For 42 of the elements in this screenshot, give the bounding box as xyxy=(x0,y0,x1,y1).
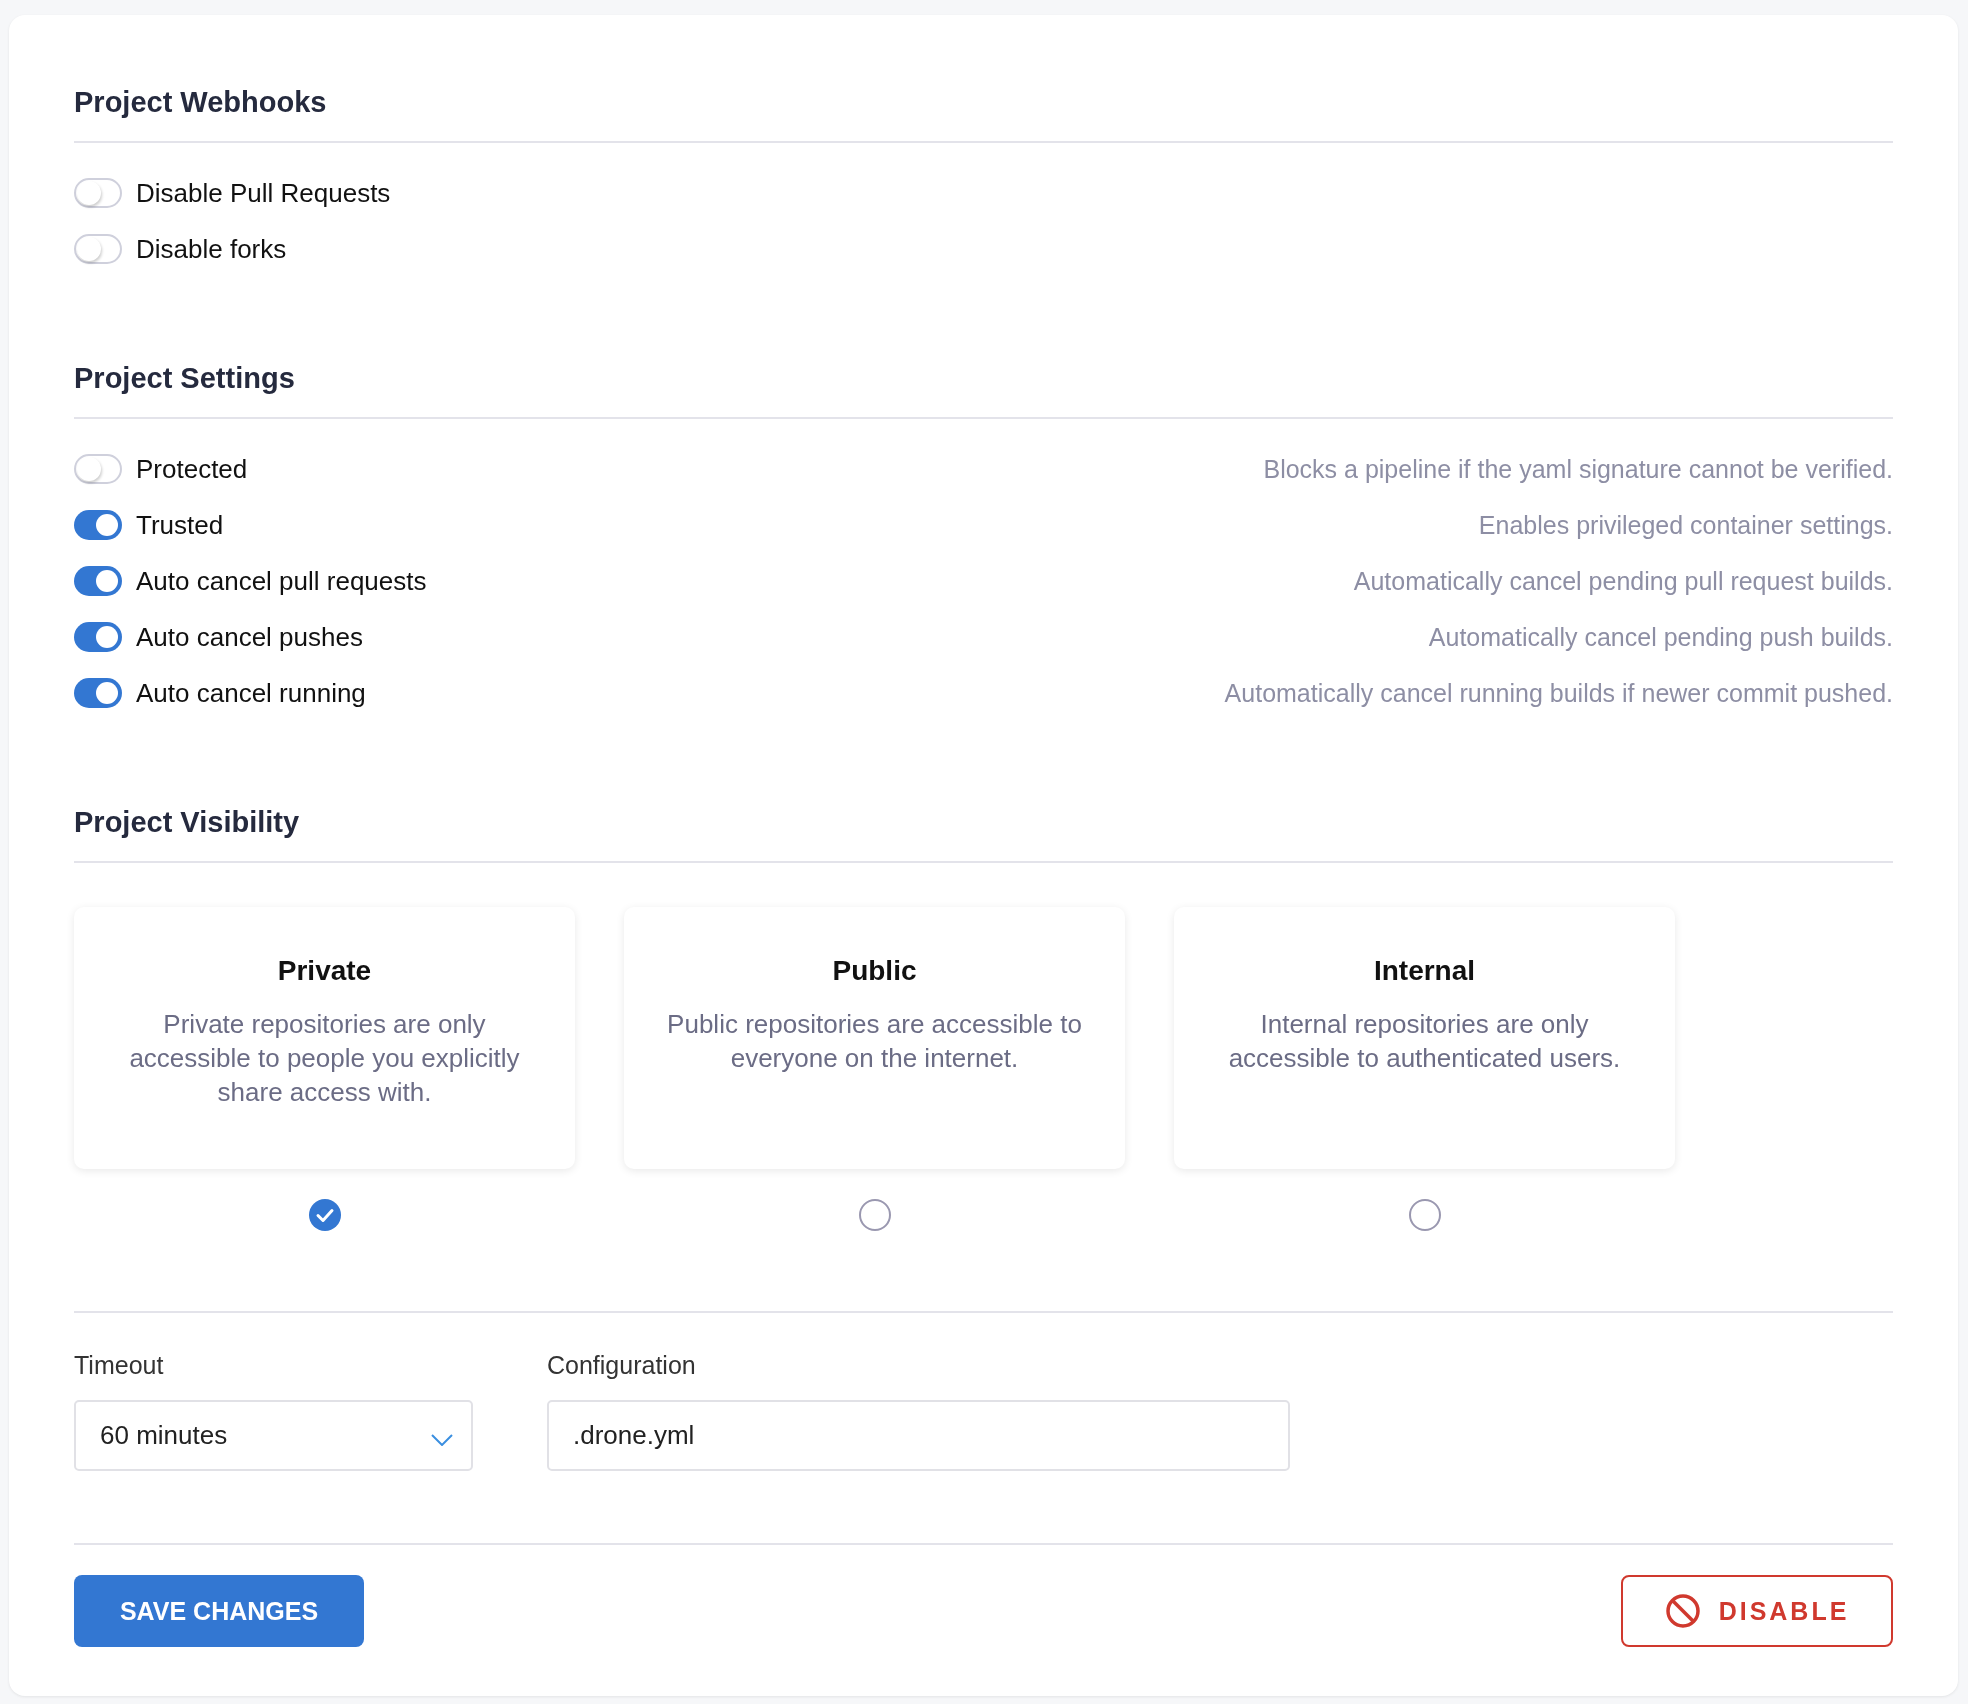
timeout-dropdown[interactable]: 60 minutes xyxy=(74,1400,473,1471)
radio-checked-icon[interactable] xyxy=(308,1199,341,1231)
field-label: Timeout xyxy=(74,1351,165,1380)
toggle-label: Trusted xyxy=(136,509,224,541)
visibility-title: Private xyxy=(276,955,373,987)
toggle-label: Disable Pull Requests xyxy=(136,177,391,209)
toggle-label: Protected xyxy=(136,453,248,485)
toggle-switch[interactable] xyxy=(74,622,122,652)
visibility-description: Public repositories are accessible to everyone on the internet. xyxy=(666,1008,1083,1075)
visibility-title: Internal xyxy=(1372,955,1477,987)
toggle-label: Auto cancel running xyxy=(136,677,366,709)
radio-button[interactable] xyxy=(858,1199,891,1231)
configuration-input[interactable]: .drone.yml xyxy=(547,1400,1290,1471)
toggle-label: Disable forks xyxy=(136,233,287,265)
disable-button[interactable]: DISABLE xyxy=(1621,1575,1893,1647)
setting-description: Enables privileged container settings. xyxy=(1478,510,1893,540)
toggle-switch[interactable] xyxy=(74,678,122,708)
section-title: Project Settings xyxy=(74,361,296,396)
visibility-card[interactable]: Public Public repositories are accessible to everyone on the internet. xyxy=(624,907,1125,1169)
visibility-description: Internal repositories are only accessible to authenticated users. xyxy=(1227,1008,1622,1075)
setting-description: Automatically cancel pending push builds. xyxy=(1428,622,1893,652)
toggle-switch[interactable] xyxy=(74,234,122,264)
toggle-label: Auto cancel pushes xyxy=(136,621,363,653)
chevron-down-icon xyxy=(431,1433,453,1446)
visibility-card[interactable]: Internal Internal repositories are only accessible to authenticated users. xyxy=(1174,907,1675,1169)
field-label: Configuration xyxy=(547,1351,697,1380)
section-title: Project Webhooks xyxy=(74,85,328,120)
save-button[interactable]: SAVE CHANGES xyxy=(74,1575,364,1647)
setting-description: Blocks a pipeline if the yaml signature cannot be verified. xyxy=(1263,454,1893,484)
setting-description: Automatically cancel pending pull request builds. xyxy=(1353,566,1893,596)
visibility-description: Private repositories are only accessible to people you explicitly share access with. xyxy=(128,1008,521,1109)
setting-description: Automatically cancel running builds if newer commit pushed. xyxy=(1224,678,1893,708)
toggle-switch[interactable] xyxy=(74,178,122,208)
toggle-label: Auto cancel pull requests xyxy=(136,565,427,597)
prohibited-icon xyxy=(1664,1593,1701,1629)
visibility-title: Public xyxy=(831,955,918,987)
toggle-switch[interactable] xyxy=(74,454,122,484)
radio-button[interactable] xyxy=(1408,1199,1441,1231)
toggle-switch[interactable] xyxy=(74,510,122,540)
section-title: Project Visibility xyxy=(74,805,301,840)
visibility-card[interactable]: Private Private repositories are only accessible to people you explicitly share access with. xyxy=(74,907,575,1169)
toggle-switch[interactable] xyxy=(74,566,122,596)
